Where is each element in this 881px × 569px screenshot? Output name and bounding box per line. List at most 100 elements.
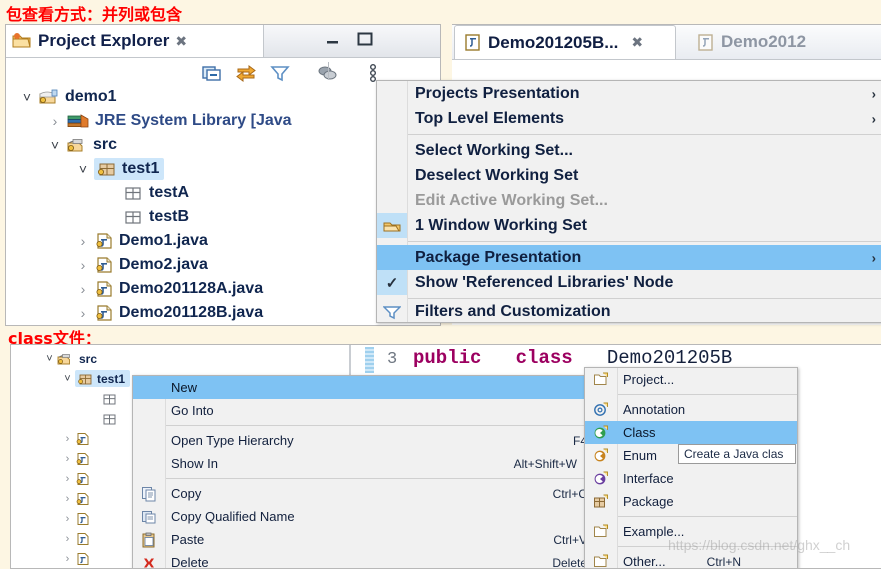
tree-item-row[interactable]: › (62, 529, 92, 548)
context-menu-item-copy-qualified-name[interactable]: Copy Qualified Name (133, 505, 595, 528)
tree-item-row[interactable]: › (62, 469, 92, 488)
package-empty-icon (122, 208, 144, 226)
collapse-all-icon[interactable] (202, 64, 222, 82)
copy-icon (133, 482, 165, 505)
tree-item-row[interactable]: › (62, 509, 92, 528)
minimize-button[interactable] (324, 33, 342, 50)
menu-item-projects-presentation[interactable]: Projects Presentation › (377, 81, 881, 106)
package-empty-icon (122, 184, 144, 202)
tree-item-testA[interactable]: testA (122, 181, 189, 205)
tree-item-src[interactable]: ˅ src (44, 349, 97, 368)
tree-item-test1[interactable]: ˅ test1 (76, 157, 164, 181)
new-submenu-item-class[interactable]: Class (585, 421, 797, 444)
tree-selection-highlight: test1 (75, 370, 130, 387)
twisty-closed-icon[interactable]: › (62, 493, 73, 505)
new-submenu-popup[interactable]: Project... Annotation Class (584, 367, 798, 569)
close-x-icon[interactable]: ✖ (631, 34, 643, 51)
twisty-closed-icon[interactable]: › (76, 305, 90, 321)
new-submenu-item-other[interactable]: Other... Ctrl+N (585, 550, 797, 569)
context-menu-item-copy[interactable]: Copy Ctrl+C (133, 482, 595, 505)
context-menu-item-show-in[interactable]: Show In Alt+Shift+W › (133, 452, 595, 475)
tree-item-row[interactable]: › (62, 449, 92, 468)
twisty-open-icon[interactable]: ˅ (20, 89, 34, 105)
menu-item-select-working-set[interactable]: Select Working Set... (377, 138, 881, 163)
tree-item-label: src (93, 136, 117, 154)
twisty-closed-icon[interactable]: › (62, 553, 73, 565)
view-menu-popup[interactable]: Projects Presentation › Top Level Elemen… (376, 80, 881, 323)
code-keyword-public: public (413, 347, 481, 369)
twisty-closed-icon[interactable]: › (76, 281, 90, 297)
context-menu-item-new[interactable]: New › (133, 376, 595, 399)
menu-item-1-window-working-set[interactable]: 1 Window Working Set (377, 213, 881, 238)
new-submenu-item-example[interactable]: Example... (585, 520, 797, 543)
tree-item-src[interactable]: ˅ src (48, 133, 117, 157)
menu-item-deselect-working-set[interactable]: Deselect Working Set (377, 163, 881, 188)
menu-item-label: Copy (171, 486, 201, 501)
maximize-button[interactable] (356, 31, 374, 50)
tree-item-row[interactable] (101, 409, 118, 428)
editor-tab-demo201205b[interactable]: Demo201205B... ✖ (454, 25, 676, 59)
twisty-closed-icon[interactable]: › (76, 233, 90, 249)
twisty-closed-icon[interactable]: › (62, 513, 73, 525)
twisty-open-icon[interactable]: ˅ (44, 353, 55, 365)
menu-item-label: Projects Presentation (415, 85, 580, 103)
tree-item-row[interactable]: › (62, 549, 92, 568)
context-menu-item-paste[interactable]: Paste Ctrl+V (133, 528, 595, 551)
working-set-icon (377, 213, 407, 238)
submenu-arrow-icon: › (872, 86, 876, 101)
twisty-closed-icon[interactable]: › (62, 453, 73, 465)
menu-separator (617, 516, 797, 517)
tooltip-create-java-class: Create a Java clas (678, 444, 796, 464)
new-project-icon (585, 368, 617, 391)
twisty-closed-icon[interactable]: › (76, 257, 90, 273)
package-icon (77, 372, 94, 386)
menu-item-top-level-elements[interactable]: Top Level Elements › (377, 106, 881, 131)
context-menu-item-go-into[interactable]: Go Into (133, 399, 595, 422)
twisty-open-icon[interactable]: ˅ (48, 137, 62, 153)
menu-item-label: New (171, 380, 197, 395)
menu-item-show-referenced-libraries-node[interactable]: ✓ Show 'Referenced Libraries' Node (377, 270, 881, 295)
twisty-closed-icon[interactable]: › (62, 473, 73, 485)
menu-item-accelerator: Alt+Shift+W (514, 457, 577, 471)
editor-tab-demo2012[interactable]: Demo2012 (688, 25, 881, 59)
tree-item-test1[interactable]: ˅ test1 (62, 369, 130, 388)
context-menu-item-open-type-hierarchy[interactable]: Open Type Hierarchy F4 (133, 429, 595, 452)
tree-item-jre-system-library[interactable]: › JRE System Library [Java (48, 109, 292, 133)
menu-item-filters-and-customization[interactable]: Filters and Customization (377, 302, 881, 322)
new-submenu-item-project[interactable]: Project... (585, 368, 797, 391)
context-menu-popup[interactable]: New › Go Into Open Type Hierarchy F4 Sho… (132, 375, 596, 569)
tree-item-label: Demo201128A.java (119, 280, 263, 298)
twisty-closed-icon[interactable]: › (48, 113, 62, 129)
context-menu-item-delete[interactable]: Delete Delete (133, 551, 595, 569)
menu-item-label: Deselect Working Set (415, 167, 578, 185)
new-submenu-item-annotation[interactable]: Annotation (585, 398, 797, 421)
java-project-icon (38, 88, 60, 106)
twisty-open-icon[interactable]: ˅ (62, 373, 73, 385)
link-with-editor-icon[interactable] (235, 64, 257, 82)
tree-item-demo201128b-java[interactable]: › Demo201128B.java (76, 301, 263, 325)
close-x-icon[interactable]: ✖ (175, 33, 187, 50)
twisty-open-icon[interactable]: ˅ (76, 161, 90, 177)
new-project-icon (585, 520, 617, 543)
tree-item-row[interactable]: › (62, 489, 92, 508)
new-submenu-item-interface[interactable]: Interface (585, 467, 797, 490)
menu-item-package-presentation[interactable]: Package Presentation › (377, 245, 881, 270)
twisty-closed-icon[interactable]: › (62, 533, 73, 545)
filter-icon[interactable] (270, 64, 290, 82)
paste-icon (133, 528, 165, 551)
menu-item-label: Show In (171, 456, 218, 471)
tree-item-demo2-java[interactable]: › Demo2.java (76, 253, 208, 277)
tree-item-demo1-java[interactable]: › Demo1.java (76, 229, 208, 253)
menu-item-label: Package Presentation (415, 249, 581, 267)
new-submenu-item-package[interactable]: Package (585, 490, 797, 513)
tree-item-demo201128a-java[interactable]: › Demo201128A.java (76, 277, 263, 301)
tree-item-testB[interactable]: testB (122, 205, 189, 229)
tree-item-row[interactable] (101, 389, 118, 408)
view-toolbar (202, 59, 378, 87)
twisty-closed-icon[interactable]: › (62, 433, 73, 445)
tree-item-row[interactable]: › (62, 429, 92, 448)
menu-separator (407, 241, 881, 242)
tree-item-demo1[interactable]: ˅ demo1 (20, 85, 117, 109)
top-annotation-caption: 包查看方式：并列或包含 (6, 1, 182, 25)
tab-project-explorer[interactable]: Project Explorer ✖ (6, 25, 264, 57)
